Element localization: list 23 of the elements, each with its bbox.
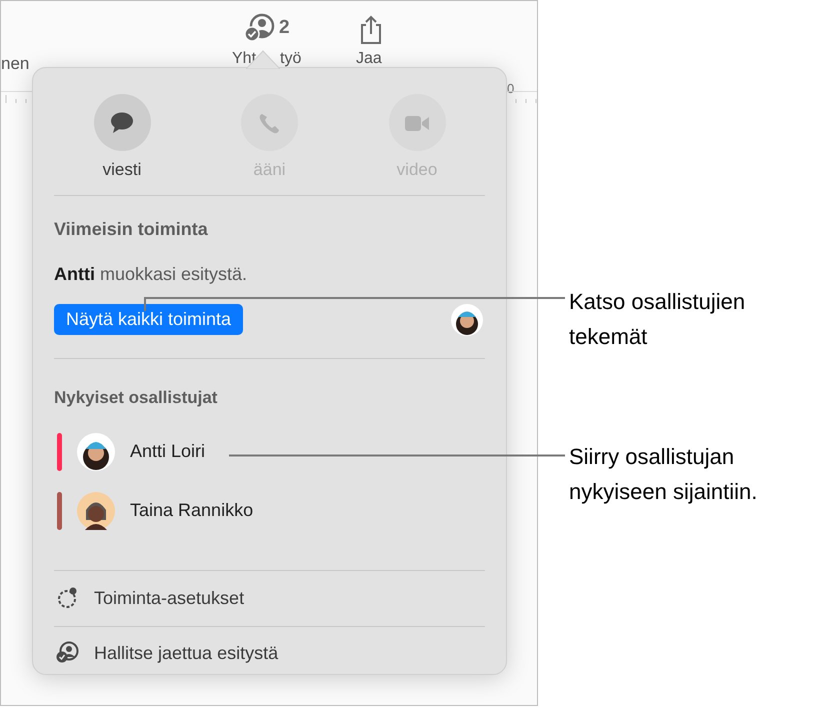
speech-bubble-icon xyxy=(108,110,136,136)
section-heading: Nykyiset osallistujat xyxy=(54,386,218,408)
collaborate-icon xyxy=(244,13,276,43)
menu-item[interactable]: Hallitse jaettua esitystä xyxy=(54,627,485,679)
avatar-icon xyxy=(451,304,483,336)
contact-label: viesti xyxy=(102,159,142,181)
avatar-icon xyxy=(77,432,115,470)
callout-text: Katso osallistujien tekemät xyxy=(569,288,746,351)
participant-row[interactable]: Antti Loiri xyxy=(54,422,485,481)
collaborate-button[interactable]: 2 xyxy=(244,13,290,43)
toolbar-label: Jaa xyxy=(356,50,382,67)
avatar-icon xyxy=(77,492,115,530)
people-icon xyxy=(56,641,80,665)
participant-name: Antti Loiri xyxy=(130,440,206,463)
callout-text: Siirry osallistujan nykyiseen sijaintiin. xyxy=(569,443,758,506)
menu-item[interactable]: Toiminta-asetukset xyxy=(54,571,485,627)
show-all-activity-button[interactable]: Näytä kaikki toiminta xyxy=(54,304,244,335)
toolbar-label: nen xyxy=(1,53,30,75)
activity-text: Antti muokkasi esitystä. xyxy=(54,262,248,286)
participant-row[interactable]: Taina Rannikko xyxy=(54,481,485,540)
toolbar-label: työ xyxy=(280,50,302,67)
participant-name: Taina Rannikko xyxy=(130,499,254,522)
section-heading: Viimeisin toiminta xyxy=(54,218,209,240)
